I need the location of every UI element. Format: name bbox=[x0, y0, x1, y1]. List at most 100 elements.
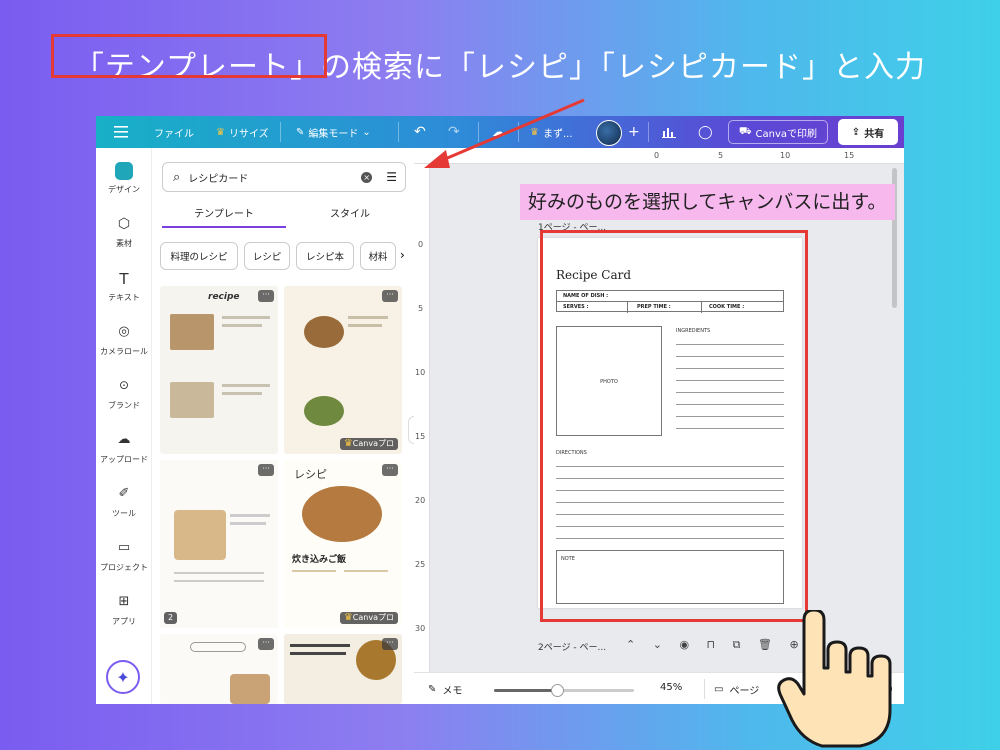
more-options-icon[interactable]: ··· bbox=[258, 638, 274, 650]
template-thumbnail[interactable]: ··· bbox=[284, 634, 402, 704]
template-thumbnail[interactable]: ··· ♛Canvaプロ bbox=[284, 286, 402, 454]
chip-label: レシピ本 bbox=[305, 252, 344, 263]
add-collaborator-icon[interactable]: + bbox=[628, 116, 640, 148]
chevron-down-icon[interactable]: ⌄ bbox=[653, 638, 662, 651]
rail-design-label: デザイン bbox=[108, 185, 140, 194]
apps-grid-icon: ⊞ bbox=[118, 594, 130, 609]
template-thumbnail[interactable]: ··· 2 bbox=[160, 460, 278, 628]
zoom-level[interactable]: 45% bbox=[660, 682, 682, 693]
pro-badge: ♛Canvaプロ bbox=[339, 438, 398, 450]
rail-text[interactable]: T テキスト bbox=[96, 270, 152, 303]
more-options-icon[interactable]: ··· bbox=[382, 464, 398, 476]
rail-projects-label: プロジェクト bbox=[100, 563, 148, 572]
chip-recipe-book[interactable]: レシピ本 bbox=[296, 242, 354, 270]
redo-icon[interactable]: ↷ bbox=[448, 116, 460, 148]
chip-label: 料理のレシピ bbox=[170, 252, 228, 263]
recipe-info-table: NAME OF DISH : SERVES : PREP TIME : COOK… bbox=[556, 290, 784, 313]
zoom-slider-fill bbox=[494, 689, 557, 692]
cloud-saved-icon[interactable]: ☁ bbox=[492, 116, 505, 148]
rail-brand[interactable]: ⊙ ブランド bbox=[96, 378, 152, 411]
crown-icon: ♛ bbox=[216, 126, 225, 138]
duplicate-icon[interactable]: ⧉ bbox=[733, 638, 741, 651]
more-options-icon[interactable]: ··· bbox=[382, 290, 398, 302]
ruler-top: 0 5 10 15 bbox=[414, 148, 904, 164]
page-1-label[interactable]: 1ページ - ペー... bbox=[538, 220, 606, 233]
template-thumbnail[interactable]: recipe ··· bbox=[160, 286, 278, 454]
recipe-card-page[interactable]: Recipe Card NAME OF DISH : SERVES : PREP… bbox=[538, 238, 802, 608]
prep-time-label: PREP TIME : bbox=[637, 304, 671, 310]
hide-eye-icon[interactable]: ◉ bbox=[679, 638, 689, 651]
edit-mode-button[interactable]: ✎ 編集モード ⌄ bbox=[296, 116, 371, 148]
chip-label: レシピ bbox=[252, 252, 282, 263]
rail-design[interactable]: デザイン bbox=[96, 162, 152, 195]
rail-apps-label: アプリ bbox=[112, 617, 136, 626]
camera-icon: ◎ bbox=[118, 324, 130, 339]
chevron-down-icon: ⌄ bbox=[362, 126, 371, 138]
thumb-subtitle: 炊き込みご飯 bbox=[292, 555, 347, 565]
template-thumbnail[interactable]: レシピ 炊き込みご飯 ··· ♛Canvaプロ bbox=[284, 460, 402, 628]
cook-time-label: COOK TIME : bbox=[709, 304, 745, 310]
shapes-icon: ⬡ bbox=[117, 216, 131, 232]
tab-templates[interactable]: テンプレート bbox=[162, 204, 286, 228]
crown-icon: ♛ bbox=[530, 126, 539, 138]
chip-cooking-recipe[interactable]: 料理のレシピ bbox=[160, 242, 238, 270]
name-of-dish-label: NAME OF DISH : bbox=[557, 291, 783, 302]
more-options-icon[interactable]: ··· bbox=[258, 290, 274, 302]
photo-placeholder: PHOTO bbox=[556, 326, 662, 436]
rail-projects[interactable]: ▭ プロジェクト bbox=[96, 540, 152, 573]
lock-icon[interactable]: ⊓ bbox=[707, 638, 716, 651]
chip-label: 材料 bbox=[368, 252, 388, 263]
chip-recipe[interactable]: レシピ bbox=[244, 242, 290, 270]
rail-apps[interactable]: ⊞ アプリ bbox=[96, 594, 152, 627]
chip-ingredients[interactable]: 材料 bbox=[360, 242, 396, 270]
filter-sliders-icon[interactable]: ☰ bbox=[386, 170, 397, 184]
panel-tabs: テンプレート スタイル bbox=[162, 204, 412, 230]
chevron-up-icon[interactable]: ⌃ bbox=[626, 638, 635, 651]
print-label: Canvaで印刷 bbox=[755, 128, 818, 140]
page-2-label[interactable]: 2ページ - ペー... bbox=[538, 640, 606, 653]
search-input[interactable]: ⌕ レシピカード × ☰ bbox=[162, 162, 406, 192]
file-menu-button[interactable]: ファイル bbox=[154, 116, 194, 148]
pages-icon: ▭ bbox=[714, 684, 724, 695]
avatar[interactable] bbox=[596, 120, 622, 146]
more-options-icon[interactable]: ··· bbox=[258, 464, 274, 476]
zoom-slider-handle[interactable] bbox=[551, 684, 564, 697]
ingredients-label: INGREDIENTS bbox=[676, 328, 711, 334]
pro-badge: ♛Canvaプロ bbox=[339, 612, 398, 624]
doc-title-label: まず... bbox=[542, 128, 573, 140]
rail-upload-label: アップロード bbox=[100, 455, 148, 464]
pages-label: ページ bbox=[729, 686, 760, 697]
tab-styles[interactable]: スタイル bbox=[288, 204, 412, 228]
truck-icon: ⛟ bbox=[738, 125, 752, 137]
rail-camera-roll[interactable]: ◎ カメラロール bbox=[96, 324, 152, 357]
rail-elements[interactable]: ⬡ 素材 bbox=[96, 216, 152, 249]
chevron-right-icon[interactable]: › bbox=[400, 248, 405, 262]
ruler-left: 0 5 10 15 20 25 30 bbox=[414, 164, 430, 672]
search-value: レシピカード bbox=[188, 173, 249, 185]
trash-icon[interactable]: 🗑 bbox=[758, 638, 772, 651]
notes-button[interactable]: ✎ メモ bbox=[428, 682, 462, 697]
clear-icon[interactable]: × bbox=[361, 171, 373, 183]
menu-icon[interactable] bbox=[114, 116, 128, 148]
directions-label: DIRECTIONS bbox=[556, 450, 587, 456]
comment-icon[interactable]: ◯ bbox=[698, 116, 713, 148]
resize-button[interactable]: ♛ リサイズ bbox=[216, 116, 269, 148]
pages-button[interactable]: ▭ ページ bbox=[714, 682, 759, 697]
insights-chart-icon[interactable] bbox=[662, 116, 676, 148]
print-with-canva-button[interactable]: ⛟ Canvaで印刷 bbox=[728, 120, 828, 144]
undo-icon[interactable]: ↶ bbox=[414, 116, 426, 148]
rail-upload[interactable]: ☁ アップロード bbox=[96, 432, 152, 465]
zoom-slider[interactable] bbox=[494, 684, 634, 697]
rail-tools[interactable]: ✐ ツール bbox=[96, 486, 152, 519]
pointing-hand-icon bbox=[777, 610, 892, 748]
magic-sparkle-icon[interactable]: ✦ bbox=[106, 660, 140, 694]
template-thumbnail[interactable]: ··· bbox=[160, 634, 278, 704]
document-title[interactable]: ♛ まず... bbox=[530, 116, 573, 148]
tab-styles-label: スタイル bbox=[330, 209, 370, 220]
share-button[interactable]: ⇪ 共有 bbox=[838, 119, 898, 145]
more-options-icon[interactable]: ··· bbox=[382, 638, 398, 650]
rail-tools-label: ツール bbox=[112, 509, 136, 518]
notes-label: メモ bbox=[442, 686, 463, 697]
text-icon: T bbox=[119, 270, 129, 288]
serves-label: SERVES : bbox=[563, 304, 589, 310]
